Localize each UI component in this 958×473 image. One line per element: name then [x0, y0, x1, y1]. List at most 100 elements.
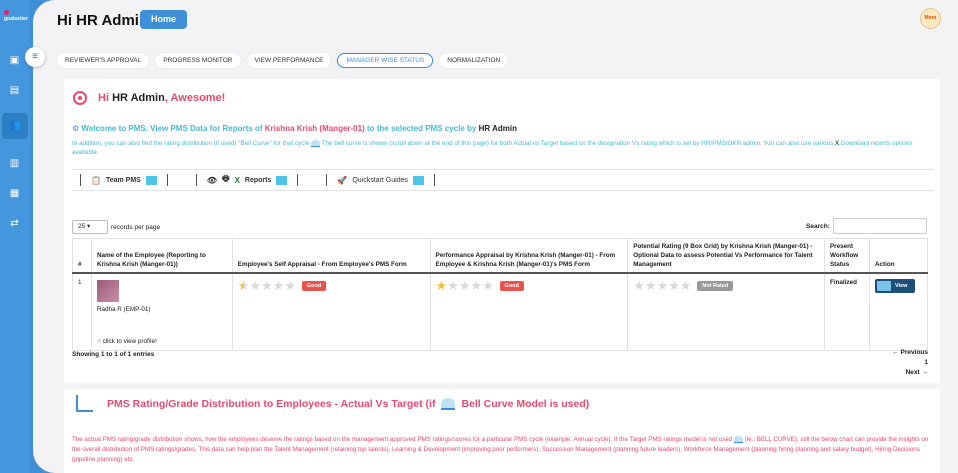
pagination: ← Previous 1 Next → — [889, 348, 928, 378]
bell-curve-icon — [441, 398, 456, 410]
employee-cell: Radha R (EMP-01) ☝ click to view profile… — [90, 272, 233, 351]
page-number[interactable]: 1 — [889, 358, 928, 368]
target-icon — [73, 91, 87, 105]
manager-rating-stars: ★ ★ ★ ★ ★ — [436, 279, 494, 292]
info-text: In addition, you can also find the ratin… — [72, 139, 913, 156]
welcome-message: ⚙ Welcome to PMS. View PMS Data for Repo… — [72, 124, 517, 133]
bar-chart-icon — [76, 395, 93, 412]
star-icon: ★ — [249, 278, 262, 293]
view-thumbnail-icon — [876, 281, 891, 291]
star-icon: ★ — [447, 278, 459, 293]
report-toolbar: 📋 Team PMS 👁 🖶 X Reports 🚀 Quickstart Gu… — [72, 169, 934, 191]
hi-message: Hi HR Admin, Awesome! — [98, 92, 226, 104]
excel-icon: X — [834, 140, 840, 147]
potential-rating-stars: ★ ★ ★ ★ ★ — [633, 279, 691, 292]
tab-bar: REVIEWER'S APPROVAL PROGRESS MONITOR VIE… — [57, 53, 509, 68]
manager-appraisal-cell: ★ ★ ★ ★ ★ Good — [429, 272, 629, 351]
handshake-icon[interactable]: ⇄ — [9, 218, 20, 229]
reports-link[interactable]: Reports — [245, 177, 271, 184]
records-per-page-select[interactable]: 25 ▾ — [72, 220, 108, 234]
distribution-description: The actual PMS rating/grade distribution… — [72, 435, 929, 463]
distribution-title: PMS Rating/Grade Distribution to Employe… — [107, 398, 590, 410]
self-appraisal-cell: ★ ★ ★ ★ ★ Good — [231, 272, 431, 351]
col-action[interactable]: Action — [868, 238, 929, 274]
star-icon: ★ — [261, 278, 273, 293]
employee-table: # Name of the Employee (Reporting to Kri… — [72, 238, 929, 351]
self-rating-badge: Good — [301, 280, 327, 291]
table-row: 1 Radha R (EMP-01) ☝ click to view profi… — [72, 272, 929, 351]
search-input[interactable] — [832, 218, 927, 234]
star-icon: ★ — [272, 278, 285, 293]
previous-page-button[interactable]: ← Previous — [889, 348, 928, 358]
col-employee[interactable]: Name of the Employee (Reporting to Krish… — [90, 238, 233, 274]
view-button[interactable]: View — [874, 279, 916, 293]
tab-view-performance[interactable]: VIEW PERFORMANCE — [246, 53, 332, 68]
tab-progress-monitor[interactable]: PROGRESS MONITOR — [155, 53, 241, 68]
content-card: Hi HR Admin, Awesome! ⚙ Welcome to PMS. … — [64, 79, 940, 473]
quickstart-link[interactable]: Quickstart Guides — [352, 177, 408, 184]
excel-icon: X — [234, 175, 240, 185]
team-pms-link[interactable]: Team PMS — [106, 177, 141, 184]
star-icon: ★ — [656, 278, 669, 293]
self-rating-stars: ★ ★ ★ ★ ★ — [238, 279, 296, 292]
star-icon: ★ — [644, 278, 657, 293]
table-header-row: # Name of the Employee (Reporting to Kri… — [72, 238, 929, 274]
view-profile-link[interactable]: ☝ click to view profile! — [97, 338, 227, 345]
star-icon: ★ — [633, 278, 645, 293]
star-icon: ★ — [237, 278, 250, 293]
col-index[interactable]: # — [72, 238, 92, 274]
eye-icon[interactable]: 👁 — [207, 176, 217, 185]
manager-name: Krishna Krish (Manger-01) — [264, 124, 365, 133]
bell-curve-icon — [733, 435, 743, 443]
col-self-appraisal[interactable]: Employee's Self Appraisal - From Employe… — [231, 238, 431, 274]
book-icon[interactable]: ▥ — [9, 158, 20, 169]
clipboard-icon: 📋 — [91, 175, 101, 185]
table-search: Search: — [806, 218, 927, 234]
action-cell: View — [868, 272, 929, 351]
records-per-page: 25 ▾ records per page — [72, 220, 160, 234]
potential-rating-badge: Not Rated — [697, 280, 734, 291]
bell-curve-icon — [310, 139, 320, 147]
app-logo: goalsetter — [4, 10, 30, 22]
left-rail: goalsetter ▣ ▤ 👥 ▥ ▦ ⇄ — [0, 0, 30, 473]
screen-icon — [412, 175, 424, 185]
screen-icon — [145, 175, 157, 185]
table-info: Showing 1 to 1 of 1 entries — [72, 351, 155, 358]
page-greeting: Hi HR Admin — [57, 12, 149, 29]
potential-rating-cell: ★ ★ ★ ★ ★ Not Rated — [627, 272, 825, 351]
col-status[interactable]: Present Workflow Status — [823, 238, 870, 274]
rocket-icon: 🚀 — [337, 175, 348, 185]
star-icon: ★ — [458, 278, 471, 293]
user-avatar[interactable]: Mors — [920, 8, 941, 29]
star-icon: ★ — [470, 278, 483, 293]
tab-normalization[interactable]: NORMALIZATION — [439, 53, 509, 68]
screen-icon — [276, 175, 288, 185]
star-icon: ★ — [284, 278, 297, 293]
section-divider — [64, 383, 940, 389]
chart-icon[interactable]: ▦ — [9, 188, 20, 199]
user-name: HR Admin — [112, 92, 165, 104]
sidebar-toggle-icon[interactable]: ≡ — [25, 47, 45, 67]
manager-rating-badge: Good — [499, 280, 524, 291]
next-page-button[interactable]: Next → — [889, 368, 928, 378]
people-icon: ⚙ — [72, 124, 80, 133]
document-icon[interactable]: ▤ — [9, 85, 20, 96]
dashboard-icon[interactable]: ▣ — [9, 55, 20, 66]
home-button[interactable]: Home — [140, 10, 187, 29]
employee-name: Radha R (EMP-01) — [96, 306, 151, 313]
tab-manager-wise-status[interactable]: MANAGER WISE STATUS — [337, 53, 434, 68]
pointer-icon: ☝ — [96, 338, 101, 345]
col-manager-appraisal[interactable]: Performance Appraisal by Krishna Krish (… — [429, 238, 629, 274]
star-icon: ★ — [668, 278, 680, 293]
print-icon[interactable]: 🖶 — [222, 173, 230, 187]
col-potential-rating[interactable]: Potential Rating (9 Box Grid) by Krishna… — [627, 238, 825, 274]
team-icon[interactable]: 👥 — [2, 113, 28, 139]
row-index: 1 — [72, 272, 92, 351]
workflow-status: Finalized — [829, 279, 857, 286]
status-cell: Finalized — [823, 272, 870, 351]
star-icon: ★ — [435, 278, 448, 293]
tab-reviewers-approval[interactable]: REVIEWER'S APPROVAL — [57, 53, 150, 68]
employee-photo[interactable] — [96, 280, 119, 302]
star-icon: ★ — [679, 278, 692, 293]
star-icon: ★ — [482, 278, 494, 293]
